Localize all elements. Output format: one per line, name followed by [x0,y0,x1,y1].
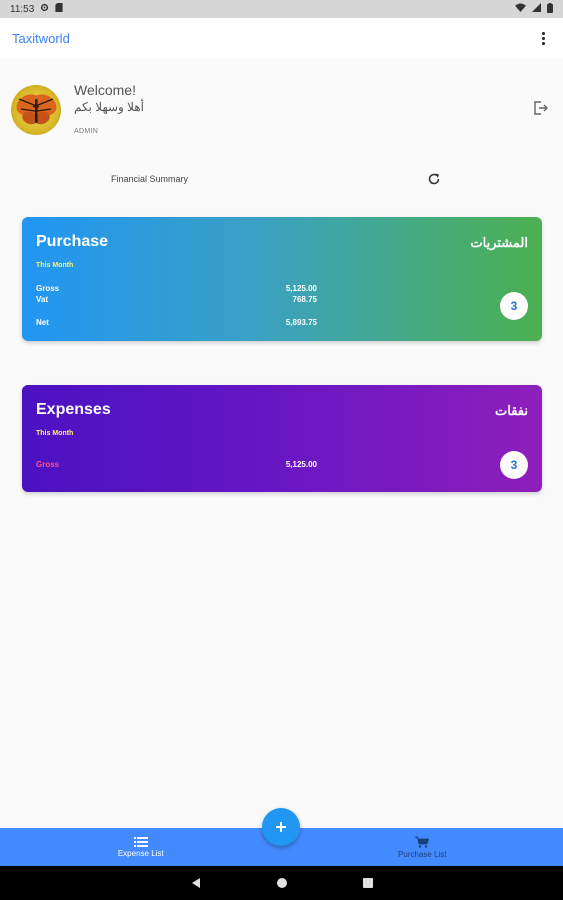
signal-icon [532,3,541,15]
nav-expense-list-label: Expense List [117,848,164,858]
purchase-vat-value: 768.75 [292,295,317,304]
back-icon[interactable] [190,877,202,889]
wifi-icon [515,3,526,15]
purchase-gross-value: 5,125.00 [285,284,317,293]
profile-header: Welcome! أهلا وسهلا بكم ADMIN [11,82,552,142]
refresh-icon[interactable] [427,172,441,186]
user-role: ADMIN [74,128,99,135]
list-icon [133,836,148,847]
financial-summary-label: Financial Summary [111,174,189,184]
nav-purchase-list[interactable]: Purchase List [282,828,563,866]
sd-card-icon [55,3,63,15]
expenses-title: Expenses [36,401,111,418]
welcome-text-arabic: أهلا وسهلا بكم [74,100,144,114]
purchase-count-badge: 3 [500,292,528,320]
cart-icon [415,836,430,848]
purchase-title: Purchase [36,233,109,250]
plus-icon [276,822,286,832]
status-time: 11:53 [10,3,35,15]
welcome-text: Welcome! [74,82,136,98]
home-icon[interactable] [276,877,288,889]
battery-icon [547,2,553,16]
expenses-card[interactable]: Expenses نفقات This Month Gross 5,125.00… [22,385,542,492]
expenses-period: This Month [36,430,74,437]
purchase-period: This Month [36,262,74,269]
expenses-title-arabic: نفقات [495,403,528,418]
nav-expense-list[interactable]: Expense List [0,828,282,866]
overflow-menu-icon[interactable] [535,28,551,48]
avatar [11,85,61,135]
app-bar: Taxitworld [0,18,563,58]
purchase-title-arabic: المشتريات [470,235,528,250]
status-bar: 11:53 [0,0,563,18]
expenses-gross-value: 5,125.00 [285,460,317,469]
purchase-gross-label: Gross [36,284,60,293]
expenses-gross-label: Gross [36,460,60,469]
purchase-net-value: 5,893.75 [285,318,317,327]
settings-gear-icon [40,3,49,15]
system-navigation-bar [0,866,563,900]
purchase-net-label: Net [36,318,49,327]
logout-icon[interactable] [532,100,548,116]
add-fab-button[interactable] [262,808,300,846]
recents-icon[interactable] [362,877,374,889]
nav-purchase-list-label: Purchase List [398,849,447,859]
purchase-vat-label: Vat [36,295,49,304]
app-title: Taxitworld [12,30,70,46]
butterfly-icon [16,94,57,125]
expenses-count-badge: 3 [500,451,528,479]
purchase-card[interactable]: Purchase المشتريات This Month Gross 5,12… [22,217,542,341]
